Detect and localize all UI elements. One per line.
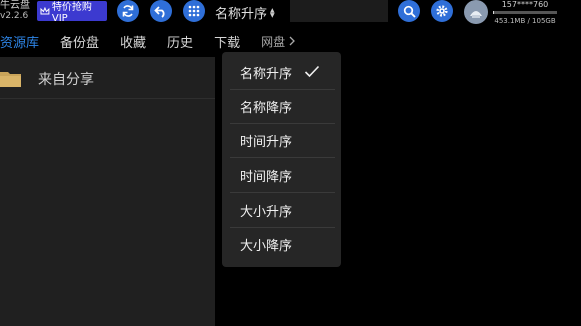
sort-menu: 名称升序 名称降序 时间升序 时间降序 大小升序 大小降序 [222,52,341,267]
chevron-right-icon [289,36,296,46]
storage-usage-text: 453.1MB / 105GB [494,17,556,25]
sort-option-size-desc[interactable]: 大小降序 [222,227,341,261]
gear-icon [436,5,448,17]
settings-button[interactable] [431,0,453,22]
sort-option-label: 大小降序 [240,238,293,254]
crown-icon [40,6,50,14]
search-input[interactable] [290,0,388,22]
grid-icon [188,5,200,17]
checkmark-icon [304,65,320,78]
sort-option-label: 大小升序 [240,204,293,220]
sort-option-time-asc[interactable]: 时间升序 [222,123,341,157]
search-button[interactable] [398,0,420,22]
sort-option-label: 名称升序 [240,66,293,82]
sort-option-label: 时间降序 [240,169,293,185]
folder-icon [0,72,21,87]
refresh-button[interactable] [117,0,139,22]
back-button[interactable] [150,0,172,22]
sort-option-label: 时间升序 [240,134,293,150]
sort-option-label: 名称降序 [240,100,293,116]
sort-arrows-icon: ▲ ▼ [270,6,275,19]
tab-backup-disk[interactable]: 备份盘 [60,32,99,51]
tab-netdisk-label: 网盘 [261,34,286,49]
user-avatar-icon [470,11,482,18]
refresh-icon [122,5,134,17]
sort-option-time-desc[interactable]: 时间降序 [222,158,341,192]
app-name: 牛云盘 [0,0,30,11]
vip-promo-button[interactable]: 特价抢购VIP [37,1,107,24]
app-title: 牛云盘 v2.2.6 [0,0,30,22]
list-divider [0,98,215,99]
sort-option-name-desc[interactable]: 名称降序 [222,89,341,123]
top-bar: 牛云盘 v2.2.6 特价抢购VIP 名称升序 ▲ ▼ 157****760 4… [0,0,581,26]
tab-resource-library[interactable]: 资源库 [0,32,39,51]
search-icon [403,5,416,18]
vip-promo-label: 特价抢购VIP [51,2,92,24]
tab-downloads[interactable]: 下载 [214,32,240,51]
sort-dropdown[interactable]: 名称升序 ▲ ▼ [215,3,275,22]
sort-option-name-asc[interactable]: 名称升序 [222,55,341,89]
tab-history[interactable]: 历史 [167,32,193,51]
app-version: v2.2.6 [0,11,29,21]
main-tabs: 资源库 备份盘 收藏 历史 下载 网盘 [0,30,581,52]
tab-netdisk[interactable]: 网盘 [261,33,296,50]
tab-favorites[interactable]: 收藏 [120,32,146,51]
account-name: 157****760 [501,0,549,9]
sort-option-size-asc[interactable]: 大小升序 [222,193,341,227]
back-icon [154,6,165,18]
account-info: 157****760 453.1MB / 105GB [492,0,558,26]
storage-usage-bar [493,11,557,14]
list-item[interactable]: 来自分享 [0,60,215,96]
list-item-label: 来自分享 [38,72,94,88]
avatar[interactable] [464,0,488,24]
grid-view-button[interactable] [183,0,205,22]
sort-dropdown-label: 名称升序 [215,7,268,22]
storage-usage-fill [493,11,494,14]
